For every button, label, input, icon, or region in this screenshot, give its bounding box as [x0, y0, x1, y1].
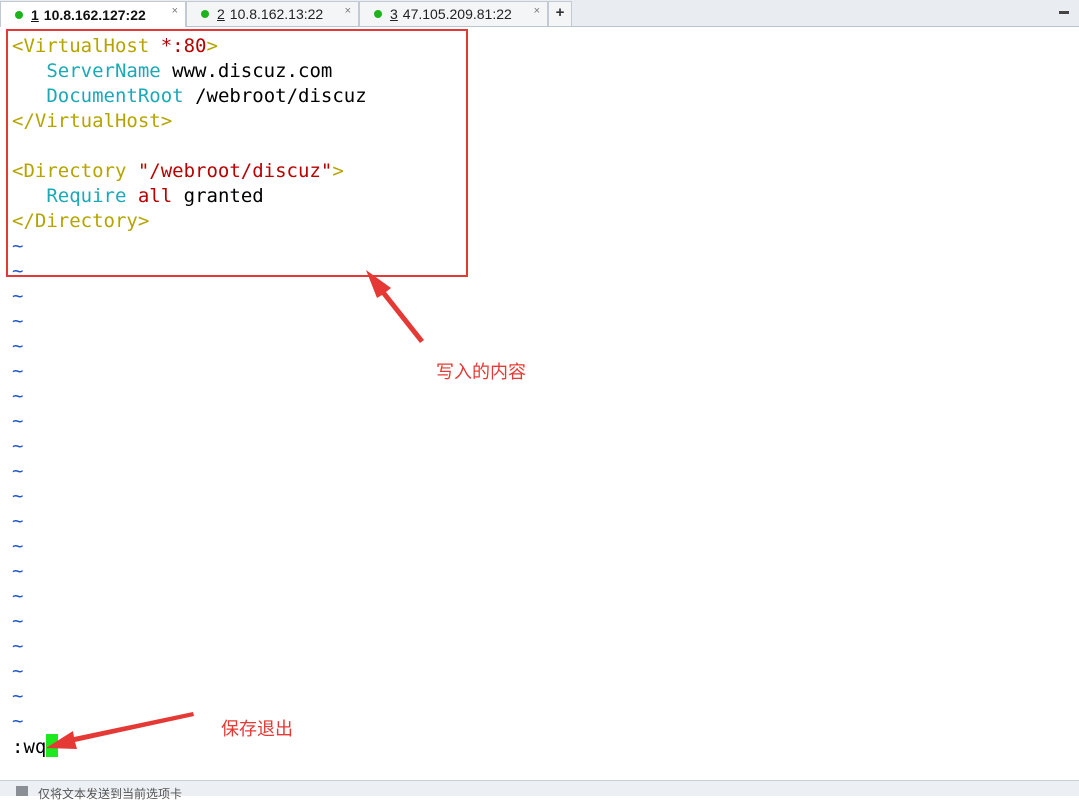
arrow-to-content [366, 270, 424, 343]
status-text: 仅将文本发送到当前选项卡 [38, 787, 183, 801]
annotation-save-exit: 保存退出 [221, 719, 293, 740]
annotation-written-content: 写入的内容 [436, 362, 526, 383]
status-bar: 仅将文本发送到当前选项卡 [0, 780, 1079, 801]
annotation-arrows [46, 270, 424, 749]
send-mode-icon[interactable] [16, 786, 28, 796]
arrow-to-command [46, 712, 194, 749]
